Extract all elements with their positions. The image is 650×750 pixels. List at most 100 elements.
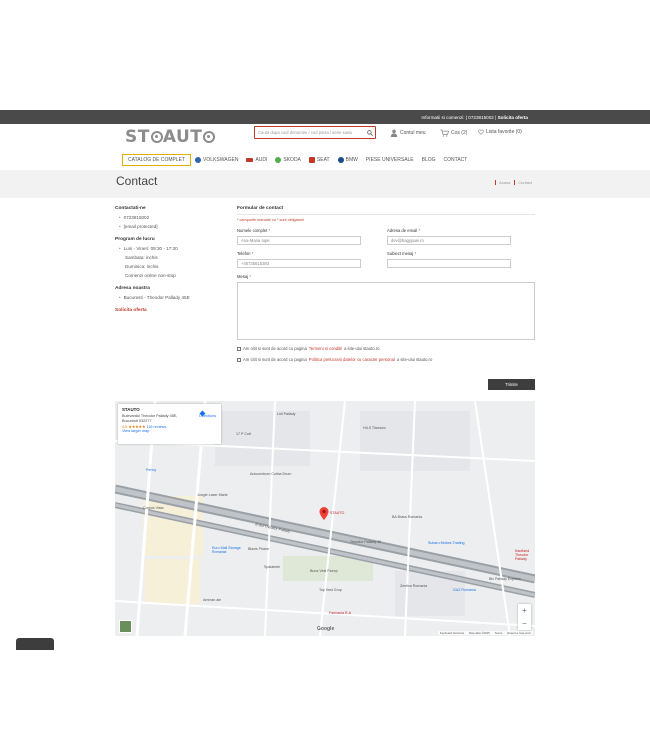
terms-checkbox[interactable] xyxy=(237,346,241,351)
subject-field[interactable] xyxy=(387,259,511,268)
sidebar-offer-link[interactable]: Solicita oferta xyxy=(115,308,220,313)
top-offer-link[interactable]: Solicita oferta xyxy=(498,115,528,120)
keyboard-shortcuts-link[interactable]: Keyboard shortcuts xyxy=(440,631,464,635)
map-label-zentiva: Zentiva Romania xyxy=(400,584,428,588)
wishlist-label: Lista favorite (0) xyxy=(486,129,522,135)
breadcrumb: Acasa Contact xyxy=(495,180,532,185)
nav-skoda[interactable]: SKODA xyxy=(271,154,305,166)
terms-checkbox-row: Am citit si sunt de acord cu pagina Term… xyxy=(237,346,535,351)
terms-text: Am citit si sunt de acord cu pagina xyxy=(243,346,307,351)
map-label-corpus: Corpus Vista xyxy=(143,506,164,510)
terms-map-link[interactable]: Terms xyxy=(495,631,503,635)
map-label-kaufland: Kaufland Theodor Pallady xyxy=(515,549,530,561)
map-label-pharmacy: Blaxis Pharm xyxy=(248,547,270,551)
seat-logo-icon xyxy=(308,157,315,163)
nav-piese-universale[interactable]: PIESE UNIVERSALE xyxy=(362,154,418,166)
directions-button[interactable]: Directions xyxy=(199,410,216,418)
zoom-out-icon[interactable]: − xyxy=(522,619,527,628)
place-address: Bulevardul Theodor Pallady 45E, Bucurest… xyxy=(122,414,178,423)
sidebar-phone[interactable]: 0723815002 xyxy=(119,215,220,220)
larger-map-link[interactable]: View larger map xyxy=(122,429,217,433)
nav-label: BLOG xyxy=(421,157,436,163)
main-nav: CATALOG DE COMPLET VOLKSWAGEN AUDI SKODA… xyxy=(122,154,471,166)
contact-form: Formular de contact * campurile marcate … xyxy=(237,206,535,368)
wishlist-link[interactable]: Lista favorite (0) xyxy=(478,129,522,135)
info-phone[interactable]: 0723815002 xyxy=(468,115,494,120)
info-text: Informatii si comenzi: xyxy=(421,114,465,120)
submit-button[interactable]: Trimite xyxy=(488,379,535,390)
nav-catalog[interactable]: CATALOG DE COMPLET xyxy=(122,154,192,166)
terms-link[interactable]: Termeni si conditii xyxy=(309,346,342,351)
map-label-bunavest: Buna Vest Fiorep xyxy=(310,569,338,573)
message-textarea[interactable] xyxy=(237,282,535,340)
sidebar-address: Bucuresti - Theodor Pallady 45E xyxy=(119,295,220,300)
map-pin-icon[interactable] xyxy=(319,507,329,520)
email-label: Adresa de email * xyxy=(387,228,421,233)
zoom-in-icon[interactable]: + xyxy=(522,606,527,615)
cart-link[interactable]: Cos (2) xyxy=(440,129,467,137)
nav-label: CONTACT xyxy=(443,157,468,163)
search-input[interactable]: Cauta dupa cod/ denumire / cod piesa / s… xyxy=(258,130,365,135)
map-label-auto: Subaru Motors Trading xyxy=(428,541,465,545)
report-error-link[interactable]: Report a map error xyxy=(507,631,531,635)
site-logo[interactable]: ST AUT xyxy=(125,127,216,147)
nav-label: BMW xyxy=(345,157,358,163)
user-icon xyxy=(390,129,398,137)
account-label: Contul meu xyxy=(400,130,426,136)
map-label-jungle: Jungle Laser Marie xyxy=(197,493,228,497)
search-icon[interactable] xyxy=(365,128,375,138)
map-label-autocentrum: Autocentrum Colina Drum xyxy=(250,472,292,476)
nav-blog[interactable]: BLOG xyxy=(418,154,440,166)
nav-label: PIESE UNIVERSALE xyxy=(365,157,414,163)
email-field[interactable]: dev@bagypaei.ro xyxy=(387,236,511,245)
nav-contact[interactable]: CONTACT xyxy=(440,154,472,166)
map-attribution: Keyboard shortcuts Map data ©2025 Terms … xyxy=(437,631,533,635)
account-link[interactable]: Contul meu xyxy=(390,129,426,137)
nav-bmw[interactable]: BMW xyxy=(334,154,362,166)
satellite-toggle[interactable] xyxy=(119,620,132,633)
map-label-express: Blv Pallady Express xyxy=(489,577,521,581)
map-label-euromall: Euro Mall Storage Romania xyxy=(212,546,241,554)
bmw-logo-icon xyxy=(337,157,344,163)
map-label-pin: STAUTO xyxy=(330,511,345,515)
page-title: Contact xyxy=(116,174,158,188)
privacy-checkbox[interactable] xyxy=(237,357,241,362)
privacy-text: Am citit si sunt de acord cu pagina xyxy=(243,357,307,362)
privacy-link[interactable]: Politica prelucrarii datelor cu caracter… xyxy=(309,357,395,362)
sidebar-email[interactable]: [email protected] xyxy=(119,224,220,229)
schedule-heading: Program de lucru xyxy=(115,237,155,242)
form-note: * campurile marcate cu * sunt obligatori… xyxy=(237,218,304,222)
subject-label: Subiect mesaj * xyxy=(387,251,417,256)
vw-logo-icon xyxy=(195,157,202,163)
map-data-text: Map data ©2025 xyxy=(469,631,490,635)
schedule-saturday: Sambata: inchis xyxy=(125,255,158,260)
logo-wheel-icon xyxy=(150,131,163,143)
schedule-weekdays: Luni - Vineri: 09:30 - 17:30 xyxy=(119,246,220,251)
name-field[interactable]: Ana-Maria Iupe xyxy=(237,236,361,245)
map-label-hils: HILS Titanium xyxy=(363,426,386,430)
cart-label: Cos (2) xyxy=(451,130,468,136)
name-label: Numele complet * xyxy=(237,228,271,233)
form-heading: Formular de contact xyxy=(237,206,535,215)
nav-seat[interactable]: SEAT xyxy=(305,154,334,166)
map-label-spalatorie: Spalatorie xyxy=(264,565,281,569)
google-map[interactable]: STAUTO Bulevardul Theodor Pallady 45E, B… xyxy=(115,401,535,636)
phone-field[interactable]: +40735615383 xyxy=(237,259,361,268)
map-label-lidl: Lidl Pallady xyxy=(277,412,296,416)
contact-heading: Contactati-ne xyxy=(115,206,146,211)
search-bar[interactable]: Cauta dupa cod/ denumire / cod piesa / s… xyxy=(254,126,376,139)
google-logo: Google xyxy=(317,626,335,632)
breadcrumb-home[interactable]: Acasa xyxy=(495,180,510,185)
chat-widget-tab[interactable] xyxy=(16,638,54,650)
address-heading: Adresa noastra xyxy=(115,286,150,291)
map-label-penny: Penny xyxy=(146,468,157,472)
nav-audi[interactable]: AUDI xyxy=(242,154,271,166)
nav-label: AUDI xyxy=(255,157,268,163)
nav-label: SKODA xyxy=(283,157,301,163)
map-label-amman: Amman ale xyxy=(203,598,222,602)
place-reviews[interactable]: 116 reviews xyxy=(146,425,166,429)
nav-volkswagen[interactable]: VOLKSWAGEN xyxy=(191,154,242,166)
map-label-theodor: Theodor Pallady 45 xyxy=(350,540,382,544)
nav-label: VOLKSWAGEN xyxy=(203,157,239,163)
privacy-suffix: a site-ului stauto.ro xyxy=(396,357,433,362)
